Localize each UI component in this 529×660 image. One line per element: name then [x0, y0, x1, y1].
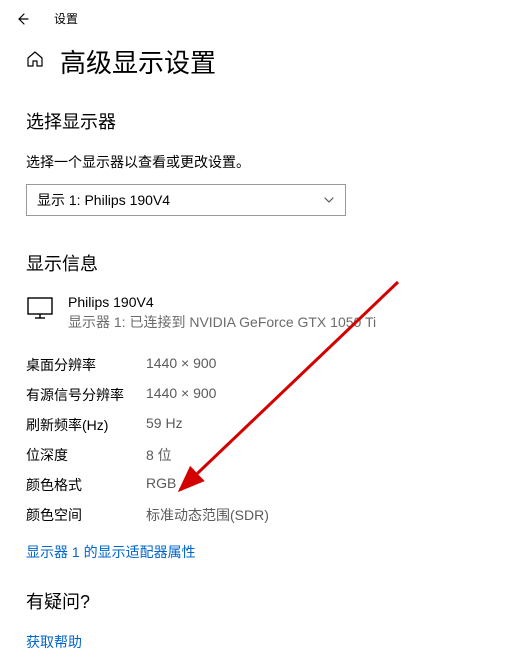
titlebar-label: 设置 — [54, 10, 78, 27]
spec-row: 位深度 8 位 — [26, 440, 503, 470]
spec-table: 桌面分辨率 1440 × 900 有源信号分辨率 1440 × 900 刷新频率… — [26, 350, 503, 530]
dropdown-value: 显示 1: Philips 190V4 — [37, 190, 170, 210]
spec-row: 颜色格式 RGB — [26, 470, 503, 500]
get-help-link[interactable]: 获取帮助 — [26, 632, 82, 652]
spec-value: 1440 × 900 — [146, 385, 216, 405]
select-display-subtext: 选择一个显示器以查看或更改设置。 — [26, 152, 503, 172]
titlebar: 设置 — [0, 0, 529, 35]
spec-label: 颜色格式 — [26, 475, 146, 495]
adapter-properties-link[interactable]: 显示器 1 的显示适配器属性 — [26, 542, 196, 562]
spec-label: 位深度 — [26, 445, 146, 465]
chevron-down-icon — [323, 194, 335, 206]
home-icon[interactable] — [26, 50, 44, 73]
spec-value: 59 Hz — [146, 415, 183, 435]
spec-row: 颜色空间 标准动态范围(SDR) — [26, 500, 503, 530]
section-heading-info: 显示信息 — [26, 250, 503, 276]
spec-value: 1440 × 900 — [146, 355, 216, 375]
spec-value: RGB — [146, 475, 176, 495]
section-heading-select: 选择显示器 — [26, 108, 503, 134]
monitor-row: Philips 190V4 显示器 1: 已连接到 NVIDIA GeForce… — [26, 294, 503, 332]
back-icon[interactable] — [14, 11, 30, 27]
spec-label: 刷新频率(Hz) — [26, 415, 146, 435]
spec-value: 8 位 — [146, 445, 172, 465]
spec-row: 有源信号分辨率 1440 × 900 — [26, 380, 503, 410]
monitor-name: Philips 190V4 — [68, 294, 376, 310]
spec-row: 刷新频率(Hz) 59 Hz — [26, 410, 503, 440]
monitor-icon — [26, 296, 54, 325]
section-heading-help: 有疑问? — [26, 588, 503, 614]
spec-row: 桌面分辨率 1440 × 900 — [26, 350, 503, 380]
spec-label: 有源信号分辨率 — [26, 385, 146, 405]
page-title: 高级显示设置 — [60, 43, 216, 80]
display-dropdown[interactable]: 显示 1: Philips 190V4 — [26, 184, 346, 216]
spec-label: 颜色空间 — [26, 505, 146, 525]
monitor-connection: 显示器 1: 已连接到 NVIDIA GeForce GTX 1050 Ti — [68, 312, 376, 332]
spec-label: 桌面分辨率 — [26, 355, 146, 375]
spec-value: 标准动态范围(SDR) — [146, 505, 269, 525]
